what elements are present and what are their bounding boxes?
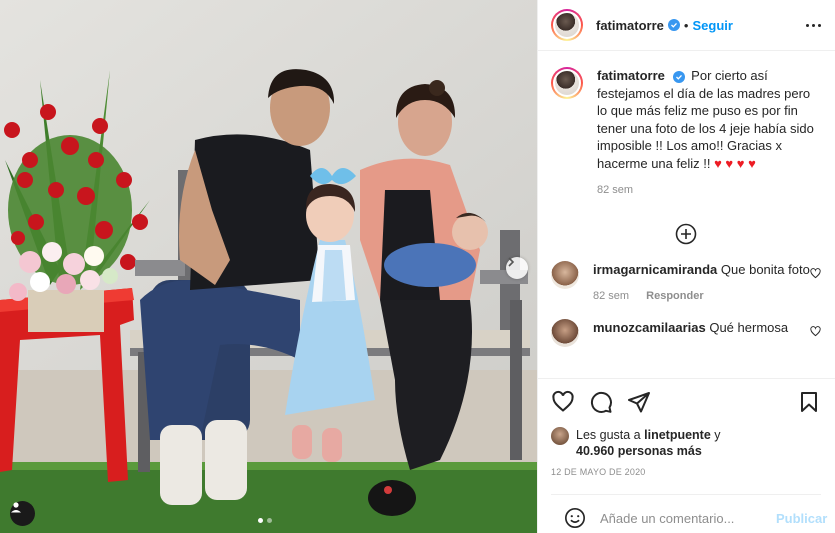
likes-text: Les gusta a linetpuente y 40.960 persona… bbox=[576, 427, 721, 459]
like-comment-button[interactable] bbox=[810, 319, 821, 340]
caption-username[interactable]: fatimatorre bbox=[597, 68, 665, 83]
heart-outline-icon bbox=[810, 325, 821, 336]
verified-icon bbox=[672, 71, 685, 83]
likes-prefix: Les gusta a bbox=[576, 428, 641, 442]
caption-body: fatimatorre Por cierto así festejamos el… bbox=[597, 67, 821, 200]
instagram-post-view: fatimatorre • Seguir fatimatorre Por cie… bbox=[0, 0, 835, 533]
emoji-icon[interactable] bbox=[564, 507, 586, 529]
caption-text: Por cierto así festejamos el día de las … bbox=[597, 68, 814, 171]
like-comment-button[interactable] bbox=[810, 261, 821, 282]
post-actions: Les gusta a linetpuente y 40.960 persona… bbox=[538, 378, 835, 533]
caption-meta: 82 sem bbox=[597, 182, 821, 200]
post-header: fatimatorre • Seguir bbox=[538, 0, 835, 51]
heart-outline-icon bbox=[810, 267, 821, 278]
author-username[interactable]: fatimatorre bbox=[596, 18, 664, 33]
post-photo[interactable] bbox=[0, 0, 537, 533]
post-date[interactable]: 12 DE MAYO DE 2020 bbox=[551, 467, 821, 477]
next-photo-button[interactable] bbox=[506, 257, 528, 279]
likes-summary: Les gusta a linetpuente y 40.960 persona… bbox=[551, 427, 821, 459]
comment-body: irmagarnicamiranda Que bonita foto 82 se… bbox=[593, 261, 810, 305]
comment-username[interactable]: irmagarnicamiranda bbox=[593, 262, 717, 277]
reply-button[interactable]: Responder bbox=[646, 290, 703, 302]
family-photo-illustration bbox=[0, 0, 537, 533]
caption-hearts: ♥ ♥ ♥ ♥ bbox=[714, 155, 756, 171]
comment-item: munozcamilaarias Qué hermosa bbox=[551, 318, 821, 347]
liker-username[interactable]: linetpuente bbox=[644, 428, 711, 442]
comment-username[interactable]: munozcamilaarias bbox=[593, 320, 706, 335]
comment-item: irmagarnicamiranda Que bonita foto 82 se… bbox=[551, 260, 821, 305]
share-icon[interactable] bbox=[627, 390, 651, 414]
caption-time[interactable]: 82 sem bbox=[597, 184, 633, 196]
add-comments-icon bbox=[675, 223, 697, 244]
save-icon[interactable] bbox=[797, 390, 821, 414]
tag-people-icon bbox=[11, 502, 21, 513]
commenter-avatar[interactable] bbox=[551, 318, 579, 347]
comment-time[interactable]: 82 sem bbox=[593, 290, 629, 302]
carousel-indicator bbox=[258, 518, 272, 523]
comment-input[interactable] bbox=[600, 510, 776, 526]
carousel-dot bbox=[267, 518, 272, 523]
load-more-comments-button[interactable] bbox=[551, 223, 821, 245]
action-bar bbox=[551, 389, 821, 415]
likes-count[interactable]: 40.960 personas más bbox=[576, 444, 702, 458]
next-arrow-icon bbox=[508, 257, 515, 267]
follow-button[interactable]: Seguir bbox=[692, 18, 732, 33]
caption: fatimatorre Por cierto así festejamos el… bbox=[551, 67, 821, 200]
post-side-panel: fatimatorre • Seguir fatimatorre Por cie… bbox=[537, 0, 835, 533]
tag-people-button[interactable] bbox=[10, 501, 35, 526]
comments-section: fatimatorre Por cierto así festejamos el… bbox=[538, 51, 835, 378]
likes-conj: y bbox=[714, 428, 721, 442]
comment-body: munozcamilaarias Qué hermosa bbox=[593, 319, 810, 336]
add-comment-bar: Publicar bbox=[551, 494, 827, 533]
carousel-dot-active bbox=[258, 518, 263, 523]
verified-icon bbox=[667, 19, 680, 31]
comment-text: Que bonita foto bbox=[720, 261, 810, 277]
comment-text: Qué hermosa bbox=[709, 319, 789, 335]
publish-button[interactable]: Publicar bbox=[776, 511, 827, 526]
more-options-icon[interactable] bbox=[806, 23, 821, 27]
author-avatar[interactable] bbox=[551, 9, 583, 41]
caption-avatar[interactable] bbox=[551, 67, 583, 99]
comment-meta: 82 sem Responder bbox=[593, 288, 810, 305]
comment-icon[interactable] bbox=[589, 390, 613, 414]
commenter-avatar[interactable] bbox=[551, 260, 579, 289]
header-separator: • bbox=[683, 17, 689, 33]
like-icon[interactable] bbox=[551, 390, 575, 414]
liker-avatar[interactable] bbox=[551, 427, 569, 445]
